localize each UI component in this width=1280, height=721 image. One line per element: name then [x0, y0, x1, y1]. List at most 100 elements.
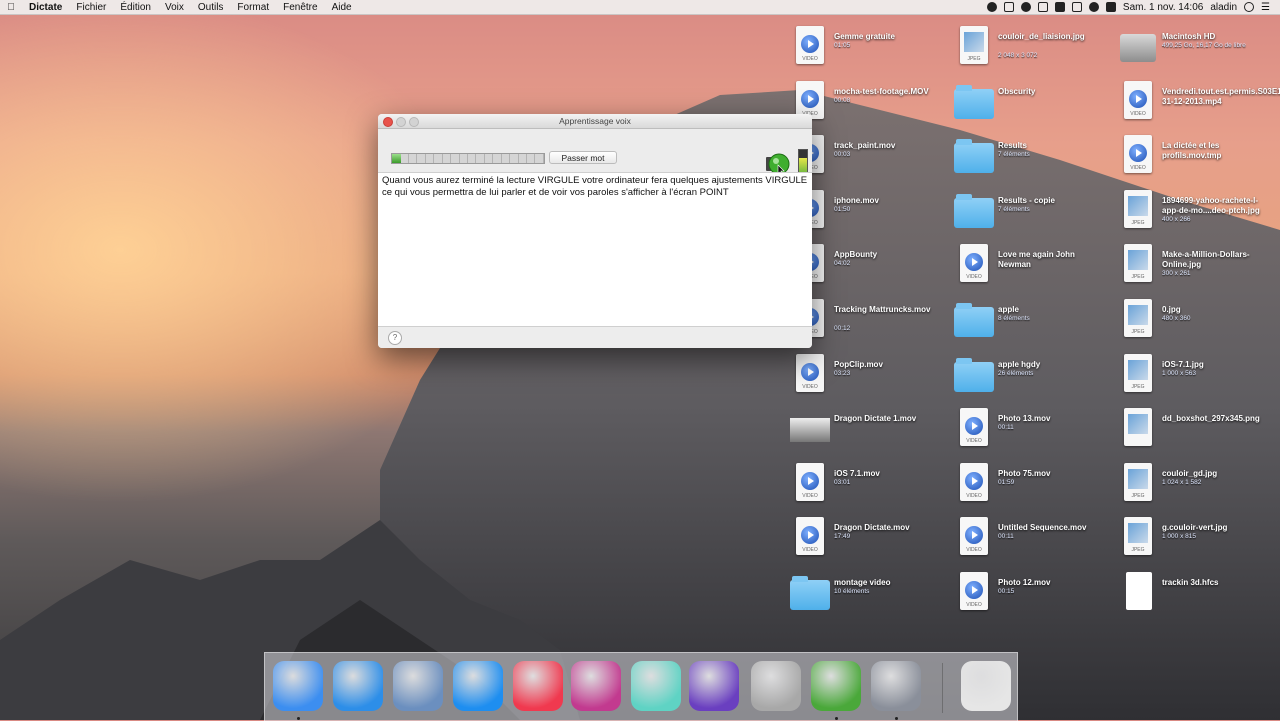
menubar-clock[interactable]: Sam. 1 nov. 14:06 — [1123, 2, 1203, 13]
desktop-icon[interactable]: apple hgdy 26 éléments — [954, 350, 1114, 398]
desktop-icon-label: Results — [998, 141, 1027, 151]
menu-app-name[interactable]: Dictate — [22, 2, 69, 13]
desktop-icon[interactable]: JPEG couloir_gd.jpg 1 024 x 1 582 — [1118, 459, 1278, 507]
folder-file-icon — [954, 135, 994, 175]
skype-icon[interactable] — [1020, 2, 1031, 12]
dock-mail-icon[interactable] — [393, 661, 443, 711]
desktop-icon[interactable]: dd_boxshot_297x345.png — [1118, 404, 1278, 452]
menu-fenetre[interactable]: Fenêtre — [276, 2, 324, 13]
dock-motion-icon[interactable] — [631, 661, 681, 711]
video-file-icon: VIDEO — [790, 462, 830, 503]
jpeg-file-icon: JPEG — [1118, 189, 1158, 230]
dock-automator-icon[interactable] — [751, 661, 801, 711]
desktop-icon[interactable]: VIDEO Dragon Dictate.mov 17:49 — [790, 513, 950, 561]
desktop-icon[interactable]: VIDEO Vendredi.tout.est.permis.S03E11-31-… — [1118, 77, 1280, 125]
window-titlebar: Apprentissage voix — [378, 114, 812, 129]
progress-cell — [468, 154, 477, 163]
desktop-icon-label: Make-a-Million-Dollars-Online.jpg — [1162, 250, 1250, 270]
wifi-icon[interactable] — [1088, 2, 1099, 12]
jpeg-file-icon: JPEG — [1118, 517, 1158, 557]
desktop-icon[interactable]: montage video 10 éléments — [790, 568, 950, 616]
volume-icon[interactable] — [1105, 2, 1116, 12]
notification-center-icon[interactable]: ☰ — [1261, 2, 1270, 13]
progress-cell — [485, 154, 494, 163]
screen-icon[interactable] — [1037, 2, 1048, 12]
desktop-icon[interactable]: VIDEO La dictée et les profils.mov.tmp — [1118, 131, 1278, 179]
folder-file-icon — [954, 81, 994, 121]
dropbox-icon[interactable] — [1003, 2, 1014, 12]
desktop-icon[interactable]: apple 8 éléments — [954, 295, 1114, 343]
menu-format[interactable]: Format — [230, 2, 276, 13]
dock-imovie-icon[interactable] — [689, 661, 739, 711]
desktop-icon-label: iOS 7.1.mov — [834, 468, 880, 478]
desktop-icon[interactable]: trackin 3d.hfcs — [1118, 568, 1278, 616]
desktop-icon-meta: 00:12 — [834, 325, 851, 332]
desktop-icon-label: apple hgdy — [998, 359, 1041, 369]
dock-safari-icon[interactable] — [333, 661, 383, 711]
desktop-icon[interactable]: VIDEOAppBounty04:02 — [790, 240, 950, 288]
desktop-icon[interactable]: JPEG Make-a-Million-Dollars-Online.jpg 300… — [1118, 240, 1278, 288]
desktop-icon[interactable]: JPEG g.couloir-vert.jpg 1 000 x 815 — [1118, 513, 1278, 561]
apple-menu-icon[interactable]:  — [0, 2, 22, 13]
jpeg-file-icon: JPEG — [1118, 299, 1158, 339]
training-text-area[interactable]: Quand vous aurez terminé la lecture VIRG… — [378, 172, 812, 327]
dock-iphoto-icon[interactable] — [871, 661, 921, 720]
menu-aide[interactable]: Aide — [325, 2, 359, 13]
desktop-icon-label: mocha-test-footage.MOV — [834, 86, 929, 96]
desktop-icon[interactable]: VIDEOiphone.mov01:50 — [790, 186, 950, 234]
dock-itunes-icon[interactable] — [513, 661, 563, 711]
timemachine-icon[interactable] — [1071, 2, 1082, 12]
desktop-icon[interactable]: JPEG iOS-7.1.jpg 1 000 x 563 — [1118, 350, 1278, 398]
desktop-icon[interactable]: VIDEOTracking Mattruncks.mov00:12 — [790, 295, 950, 343]
menu-outils[interactable]: Outils — [191, 2, 231, 13]
desktop-icon-label: 1894699-yahoo-rachete-l-app-de-mo....deo… — [1162, 195, 1260, 215]
desktop-icon[interactable]: VIDEO Photo 75.mov 01:59 — [954, 459, 1114, 507]
progress-cell — [451, 154, 460, 163]
desktop-icon[interactable]: VIDEO PopClip.mov 03:23 — [790, 350, 950, 398]
help-button[interactable]: ? — [388, 331, 402, 345]
desktop-icon-meta: 00:15 — [998, 588, 1015, 595]
spotlight-icon[interactable] — [1244, 2, 1255, 12]
desktop-icon[interactable]: JPEG couloir_de_liaision.jpg 2 048 x 3 072 — [954, 22, 1114, 70]
desktop-icon[interactable]: VIDEO iOS 7.1.mov 03:01 — [790, 459, 950, 507]
dock-finder-icon[interactable] — [273, 661, 323, 720]
desktop-icon-label: dd_boxshot_297x345.png — [1162, 414, 1260, 424]
skip-word-button[interactable]: Passer mot — [549, 151, 617, 164]
desktop-icon[interactable]: Macintosh HD 499,25 Go, 16,17 Go de libre — [1118, 22, 1278, 70]
menu-voix[interactable]: Voix — [158, 2, 191, 13]
desktop-icon-meta: 480 x 360 — [1162, 315, 1191, 322]
desktop-icon-meta: 499,25 Go, 16,17 Go de libre — [1162, 42, 1246, 49]
desktop-icon[interactable]: VIDEO Untitled Sequence.mov 00:11 — [954, 513, 1114, 561]
desktop-icon-label: PopClip.mov — [834, 359, 883, 369]
bluetooth-icon[interactable] — [1054, 2, 1065, 12]
desktop-icon[interactable]: VIDEO Gemme gratuite 01:05 — [790, 22, 950, 70]
desktop-icon[interactable]: VIDEO Photo 12.mov 00:15 — [954, 568, 1114, 616]
desktop-icon-label: Untitled Sequence.mov — [998, 523, 1087, 533]
menu-edition[interactable]: Édition — [113, 2, 158, 13]
status-area: Sam. 1 nov. 14:06 aladin ☰ — [986, 2, 1280, 13]
desktop-icon[interactable]: JPEG 1894699-yahoo-rachete-l-app-de-mo...… — [1118, 186, 1278, 234]
desktop-icon-meta: 8 éléments — [998, 315, 1030, 322]
desktop-icon-label: montage video — [834, 578, 891, 587]
desktop-icon[interactable]: VIDEOmocha-test-footage.MOV00:08 — [790, 77, 950, 125]
dictate-status-icon[interactable] — [986, 2, 997, 12]
dock-photo-booth-icon[interactable] — [571, 661, 621, 711]
jpeg-file-icon: JPEG — [954, 26, 994, 66]
desktop-icon[interactable]: VIDEO Photo 13.mov 00:11 — [954, 404, 1114, 452]
menu-fichier[interactable]: Fichier — [69, 2, 113, 13]
progress-cell — [527, 154, 536, 163]
progress-cell — [400, 154, 409, 163]
desktop-icon-label: Photo 12.mov — [998, 578, 1051, 587]
desktop-icon[interactable]: Dragon Dictate 1.mov — [790, 404, 950, 452]
dock-trash-icon[interactable] — [961, 661, 1011, 711]
desktop-icon[interactable]: Results 7 éléments — [954, 131, 1114, 179]
desktop-icon[interactable]: Results - copie 7 éléments — [954, 186, 1114, 234]
desktop-icon[interactable]: Obscurity — [954, 77, 1114, 125]
desktop-icon[interactable]: VIDEOtrack_paint.mov00:03 — [790, 131, 950, 179]
dock-dictate-icon[interactable] — [811, 661, 861, 720]
desktop-icon[interactable]: JPEG 0.jpg 480 x 360 — [1118, 295, 1278, 343]
desktop-icon[interactable]: VIDEO Love me again John Newman — [954, 240, 1114, 288]
desktop-icon-meta: 1 000 x 815 — [1162, 533, 1196, 541]
menubar-user[interactable]: aladin — [1210, 2, 1237, 13]
dock-app-store-icon[interactable] — [453, 661, 503, 711]
